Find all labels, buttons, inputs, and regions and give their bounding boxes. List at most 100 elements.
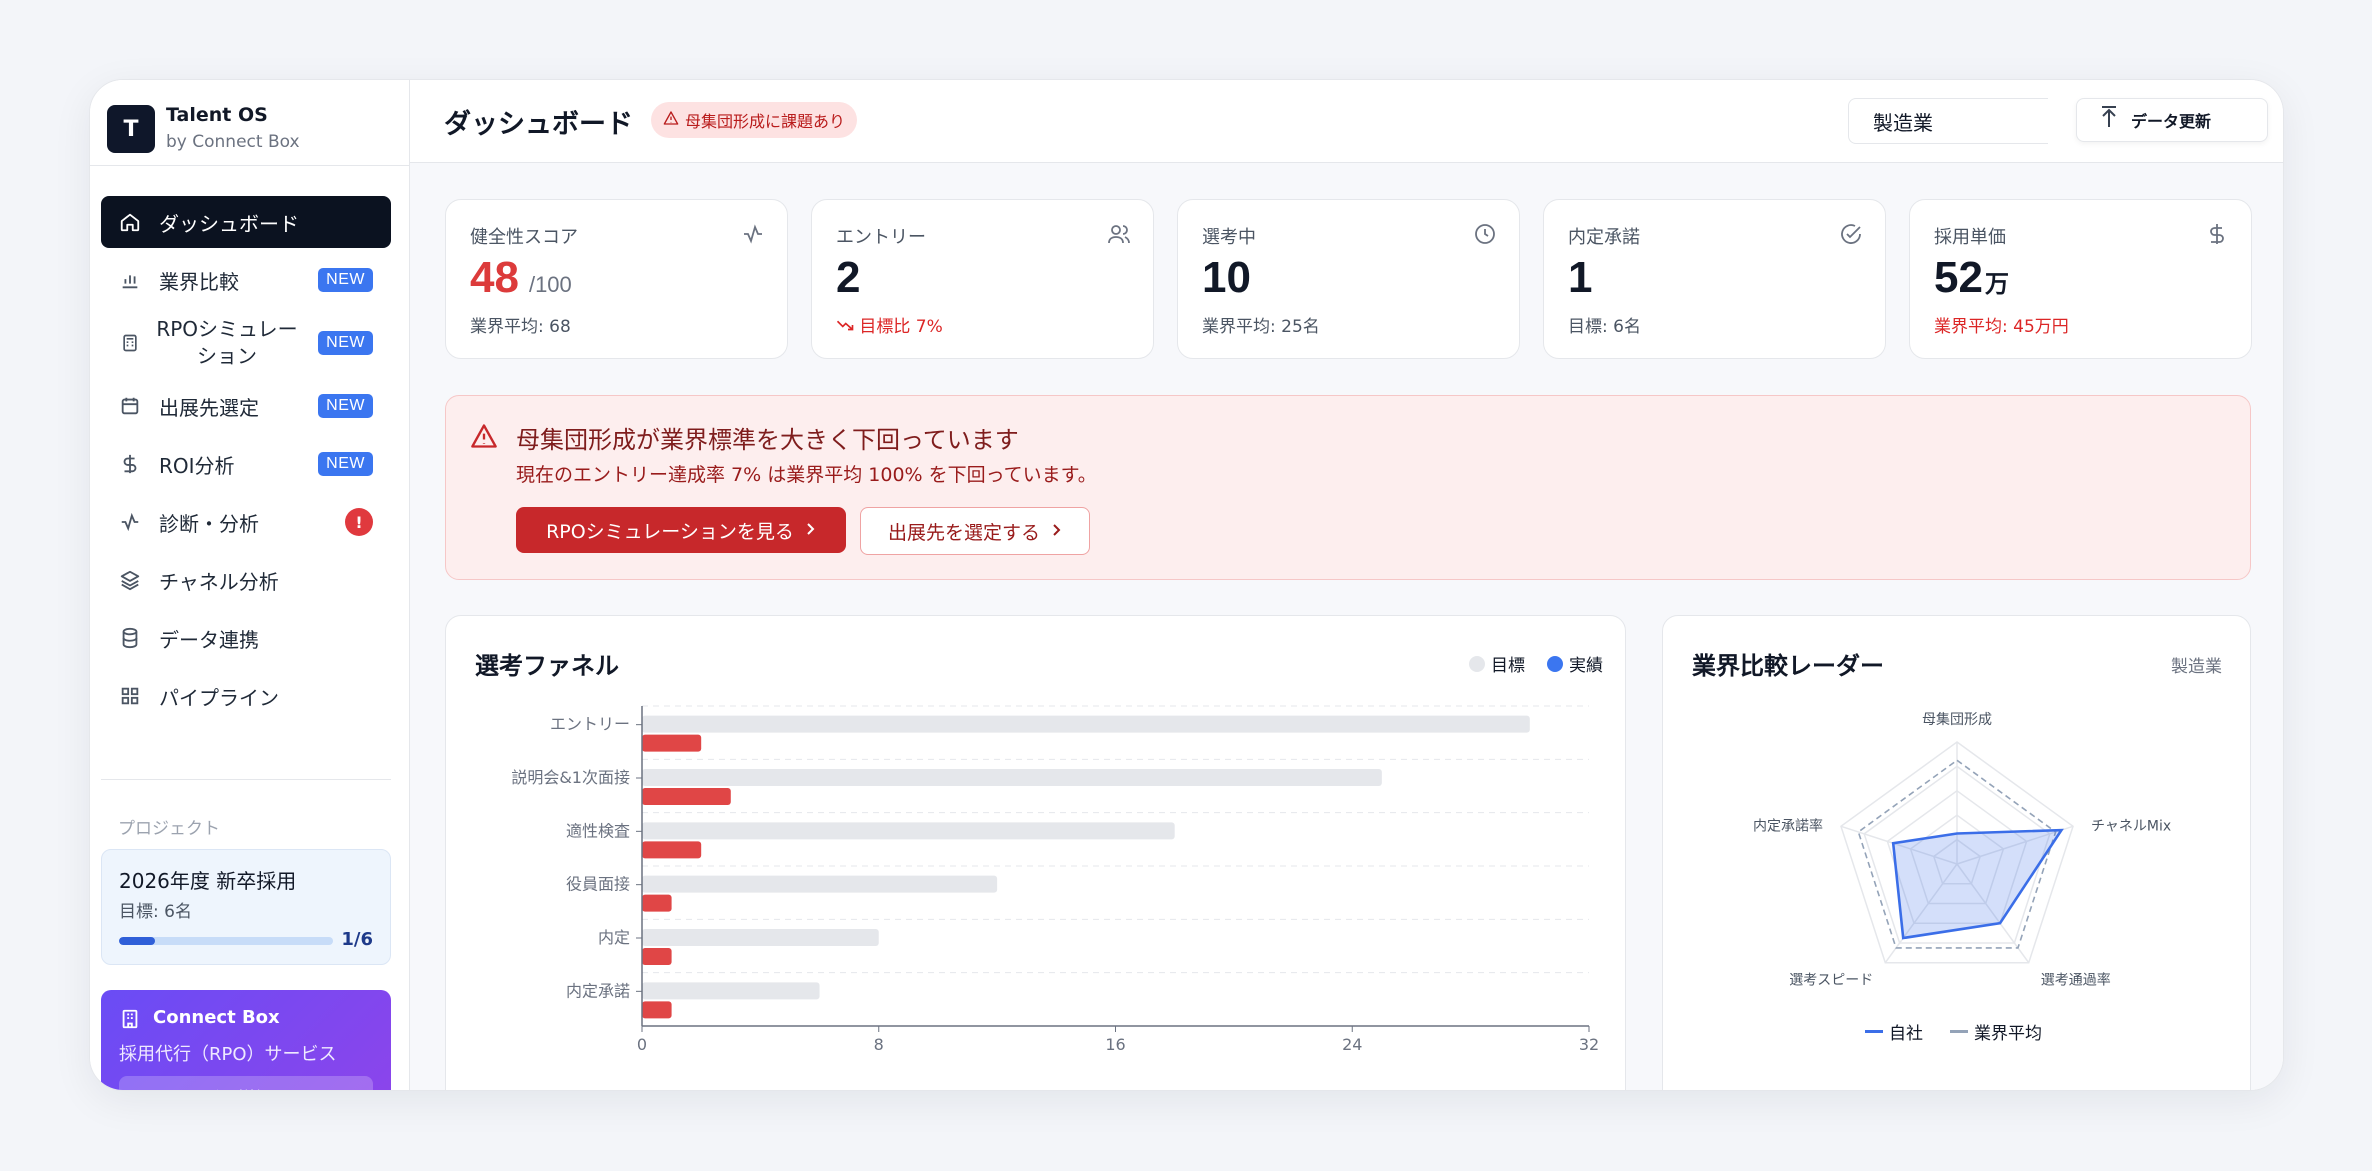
sidebar-item-label: チャネル分析 — [159, 569, 279, 594]
kpi-note: 目標比 7% — [836, 312, 943, 337]
sidebar-item-data-link[interactable]: データ連携 — [101, 612, 391, 664]
calculator-icon — [118, 331, 142, 355]
trend-down-icon — [836, 317, 854, 337]
target-bar — [642, 982, 820, 1000]
funnel-chart: エントリー説明会&1次面接適性検査役員面接内定内定承諾 0 8 16 24 32 — [511, 705, 1599, 1054]
kpi-number: 10 — [1202, 253, 1251, 302]
funnel-panel: 選考ファネル 目標 実績 エントリー 説明会&1次面接 適性検査 役員面接 内定 内定承諾… — [445, 615, 1626, 1090]
sidebar-item-roi[interactable]: ROI分析 NEW — [101, 438, 391, 490]
radar-axis-label: 母集団形成 — [1922, 711, 1992, 728]
sidebar-item-dashboard[interactable]: ダッシュボード — [101, 196, 391, 248]
x-tick-label: 24 — [1342, 1035, 1362, 1054]
kpi-unit: /100 — [528, 272, 572, 297]
target-bar — [642, 769, 1382, 786]
sidebar-item-channel[interactable]: チャネル分析 — [101, 554, 391, 606]
page-title: ダッシュボード — [444, 109, 633, 140]
dollar-icon — [2205, 222, 2229, 250]
sidebar-item-label: データ連携 — [159, 627, 259, 652]
sidebar-item-pipeline[interactable]: パイプライン — [101, 670, 391, 722]
sidebar-item-diagnosis[interactable]: 診断・分析 ! — [101, 496, 391, 548]
actual-bar — [642, 734, 702, 752]
sidebar-divider — [101, 779, 391, 780]
actual-bar — [642, 841, 702, 859]
connect-box-title: Connect Box — [153, 1007, 280, 1028]
kpi-note: 目標: 6名 — [1568, 317, 1641, 337]
alert-title: 母集団形成が業界標準を大きく下回っています — [516, 426, 1019, 454]
category-label: 内定承諾 — [566, 981, 630, 1000]
category-label: 説明会&1次面接 — [511, 768, 630, 787]
project-count: 1/6 — [341, 929, 373, 950]
warning-chip-text: 母集団形成に課題あり — [685, 112, 846, 131]
target-bar — [642, 875, 998, 893]
legend-swatch — [1865, 1030, 1883, 1033]
legend-swatch — [1950, 1030, 1968, 1033]
target-bar — [642, 822, 1175, 840]
brand-subtitle: by Connect Box — [166, 132, 300, 152]
sidebar-item-label: 出展先選定 — [159, 395, 259, 420]
kpi-note: 業界平均: 25名 — [1202, 317, 1320, 337]
building-icon — [119, 1008, 141, 1034]
radar-axis-label: 内定承諾率 — [1753, 817, 1823, 834]
activity-icon — [118, 510, 142, 534]
sidebar-item-industry-compare[interactable]: 業界比較 NEW — [101, 254, 391, 306]
main-content: ダッシュボード 母集団形成に課題あり 製造業 データ更新 健全性スコア 48/1… — [410, 80, 2283, 1090]
category-label: 適性検査 — [566, 821, 630, 840]
category-label: 役員面接 — [566, 875, 630, 894]
project-progress-fill — [119, 937, 155, 945]
clock-icon — [1473, 222, 1497, 250]
actual-bar — [642, 788, 731, 805]
industry-select[interactable]: 製造業 — [1848, 98, 2048, 144]
kpi-unit: 万 — [1984, 271, 2009, 298]
project-goal: 目標: 6名 — [119, 902, 192, 922]
kpi-number: 1 — [1568, 253, 1593, 302]
actual-bar — [642, 1001, 672, 1019]
radar-axis-label: 選考スピード — [1789, 973, 1873, 989]
alert-badge: ! — [345, 508, 373, 536]
update-data-button[interactable]: データ更新 — [2076, 98, 2268, 142]
kpi-label: 内定承諾 — [1568, 227, 1640, 248]
project-card[interactable]: 2026年度 新卒採用 目標: 6名 1/6 — [101, 849, 391, 965]
radar-axis-label: 選考通過率 — [2041, 972, 2111, 989]
x-tick-label: 0 — [637, 1035, 647, 1054]
category-label: 内定 — [598, 928, 630, 947]
chevron-right-icon — [804, 519, 816, 541]
new-badge: NEW — [318, 268, 373, 292]
actual-bar — [642, 894, 672, 912]
calendar-icon — [118, 394, 142, 418]
x-tick-label: 8 — [874, 1035, 884, 1054]
warning-triangle-icon — [663, 110, 679, 130]
select-exhibition-button[interactable]: 出展先を選定する — [860, 507, 1090, 555]
kpi-value: 2 — [836, 253, 860, 303]
legend-self: 自社 — [1865, 1019, 1923, 1044]
sidebar-item-label: 業界比較 — [159, 269, 239, 294]
dollar-icon — [118, 452, 142, 476]
new-badge: NEW — [318, 331, 373, 355]
radar-axis-label: チャネルMix — [2091, 818, 2171, 834]
sidebar-item-exhibition[interactable]: 出展先選定 NEW — [101, 380, 391, 432]
connect-box-button[interactable]: サービス詳細を見る — [119, 1076, 373, 1090]
new-badge: NEW — [318, 452, 373, 476]
rpo-simulation-button[interactable]: RPOシミュレーションを見る — [516, 507, 846, 553]
kpi-number: 2 — [836, 253, 861, 302]
kpi-card-entry: エントリー 2 目標比 7% — [811, 199, 1154, 359]
brand-header: T Talent OS by Connect Box — [90, 80, 410, 166]
connect-box-card: Connect Box 採用代行（RPO）サービス サービス詳細を見る — [101, 990, 391, 1090]
sidebar-item-rpo-simulation[interactable]: RPOシミュレーション NEW — [101, 312, 391, 374]
kpi-note-text: 目標比 7% — [859, 317, 943, 337]
alert-banner: 母集団形成が業界標準を大きく下回っています 現在のエントリー達成率 7% は業界… — [445, 395, 2251, 580]
kpi-card-offer-accepted: 内定承諾 1 目標: 6名 — [1543, 199, 1886, 359]
legend-label: 自社 — [1889, 1024, 1923, 1044]
rpo-simulation-button-label: RPOシミュレーションを見る — [546, 520, 794, 543]
legend-avg: 業界平均 — [1950, 1019, 2042, 1044]
update-data-label: データ更新 — [2131, 112, 2212, 131]
kpi-value: 1 — [1568, 253, 1592, 303]
x-tick-label: 32 — [1579, 1035, 1599, 1054]
kpi-label: 選考中 — [1202, 227, 1256, 248]
x-tick-label: 16 — [1105, 1035, 1125, 1054]
kpi-value: 52万 — [1934, 253, 2009, 303]
sidebar-item-label: RPOシミュレーション — [156, 317, 298, 368]
bar-chart-icon — [118, 268, 142, 292]
sidebar-item-label: パイプライン — [159, 685, 279, 710]
radar-series-self — [1891, 828, 2064, 940]
legend-label: 業界平均 — [1974, 1024, 2042, 1044]
